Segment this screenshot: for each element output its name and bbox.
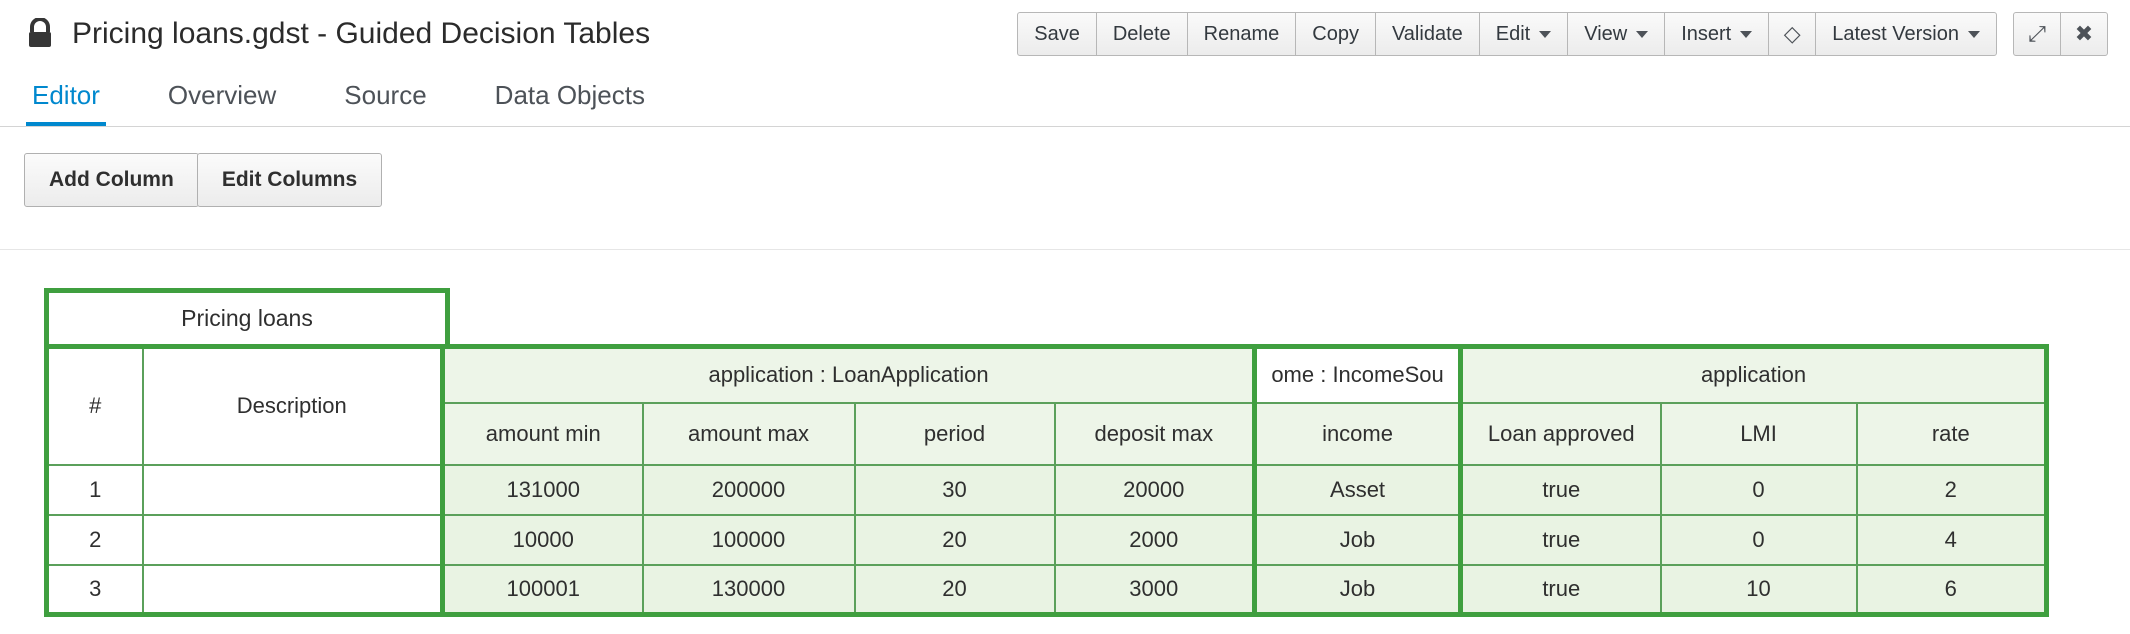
row-number-header: #	[47, 347, 143, 465]
column-header-loan-approved: Loan approved	[1461, 403, 1661, 465]
value-cell[interactable]: 20	[855, 565, 1055, 615]
latest-version-label: Latest Version	[1832, 23, 1959, 46]
close-icon: ✖	[2075, 21, 2093, 47]
value-cell[interactable]: 131000	[443, 465, 643, 515]
value-cell[interactable]: true	[1461, 515, 1661, 565]
toolbar: Save Delete Rename Copy Validate Edit Vi…	[1017, 12, 2108, 56]
value-cell[interactable]: 100001	[443, 565, 643, 615]
tab-editor[interactable]: Editor	[26, 68, 106, 126]
value-cell[interactable]: Job	[1255, 515, 1461, 565]
diamond-icon-button[interactable]: ◇	[1768, 12, 1816, 56]
diamond-icon: ◇	[1784, 21, 1801, 47]
row-number-cell: 2	[47, 515, 143, 565]
value-cell[interactable]: Job	[1255, 565, 1461, 615]
value-cell[interactable]: 10000	[443, 515, 643, 565]
table-caption[interactable]: Pricing loans	[44, 288, 450, 344]
rename-button[interactable]: Rename	[1187, 12, 1297, 56]
value-cell[interactable]: Asset	[1255, 465, 1461, 515]
row-number-cell: 1	[47, 465, 143, 515]
divider	[0, 249, 2130, 250]
view-menu-label: View	[1584, 23, 1627, 46]
value-cell[interactable]: true	[1461, 465, 1661, 515]
column-header-amount-min: amount min	[443, 403, 643, 465]
column-header-income: income	[1255, 403, 1461, 465]
page-title: Pricing loans.gdst - Guided Decision Tab…	[72, 17, 650, 51]
caret-down-icon	[1740, 31, 1752, 38]
value-cell[interactable]: 10	[1661, 565, 1857, 615]
latest-version-button[interactable]: Latest Version	[1815, 12, 1997, 56]
tab-source[interactable]: Source	[338, 68, 432, 126]
insert-menu-label: Insert	[1681, 23, 1731, 46]
group-header-application: application	[1461, 347, 2047, 403]
value-cell[interactable]: true	[1461, 565, 1661, 615]
value-cell[interactable]: 6	[1857, 565, 2047, 615]
value-cell[interactable]: 2000	[1055, 515, 1255, 565]
top-bar: Pricing loans.gdst - Guided Decision Tab…	[0, 0, 2130, 64]
value-cell[interactable]: 200000	[643, 465, 855, 515]
value-cell[interactable]: 3000	[1055, 565, 1255, 615]
description-cell[interactable]	[143, 515, 443, 565]
value-cell[interactable]: 0	[1661, 465, 1857, 515]
column-header-period: period	[855, 403, 1055, 465]
row-number-cell: 3	[47, 565, 143, 615]
column-header-rate: rate	[1857, 403, 2047, 465]
value-cell[interactable]: 20000	[1055, 465, 1255, 515]
value-cell[interactable]: 0	[1661, 515, 1857, 565]
value-cell[interactable]: 30	[855, 465, 1055, 515]
group-header-loan-application: application : LoanApplication	[443, 347, 1255, 403]
value-cell[interactable]: 20	[855, 515, 1055, 565]
validate-button[interactable]: Validate	[1375, 12, 1480, 56]
tab-overview[interactable]: Overview	[162, 68, 282, 126]
add-column-button[interactable]: Add Column	[24, 153, 199, 207]
description-header: Description	[143, 347, 443, 465]
tab-bar: Editor Overview Source Data Objects	[0, 68, 2130, 127]
caret-down-icon	[1539, 31, 1551, 38]
view-menu-button[interactable]: View	[1567, 12, 1665, 56]
expand-icon: ⤢	[2028, 21, 2046, 47]
insert-menu-button[interactable]: Insert	[1664, 12, 1769, 56]
table-row: 3 100001130000203000Jobtrue106	[47, 565, 2047, 615]
tab-data-objects[interactable]: Data Objects	[489, 68, 651, 126]
table-row: 2 10000100000202000Jobtrue04	[47, 515, 2047, 565]
table-body: 11310002000003020000Assettrue02210000100…	[47, 465, 2047, 615]
table-row: 1 1310002000003020000Assettrue02	[47, 465, 2047, 515]
value-cell[interactable]: 2	[1857, 465, 2047, 515]
lock-icon	[26, 18, 54, 50]
column-header-amount-max: amount max	[643, 403, 855, 465]
edit-columns-button[interactable]: Edit Columns	[197, 153, 382, 207]
group-header-income-source: ome : IncomeSou	[1255, 347, 1461, 403]
delete-button[interactable]: Delete	[1096, 12, 1188, 56]
edit-menu-button[interactable]: Edit	[1479, 12, 1568, 56]
save-button[interactable]: Save	[1017, 12, 1097, 56]
expand-button[interactable]: ⤢	[2013, 12, 2061, 56]
value-cell[interactable]: 100000	[643, 515, 855, 565]
close-button[interactable]: ✖	[2060, 12, 2108, 56]
value-cell[interactable]: 4	[1857, 515, 2047, 565]
editor-actions: Add Column Edit Columns	[0, 127, 2130, 207]
decision-table-area: Pricing loans # Description application …	[44, 288, 2130, 617]
column-header-lmi: LMI	[1661, 403, 1857, 465]
description-cell[interactable]	[143, 565, 443, 615]
caret-down-icon	[1968, 31, 1980, 38]
copy-button[interactable]: Copy	[1295, 12, 1376, 56]
edit-menu-label: Edit	[1496, 23, 1530, 46]
description-cell[interactable]	[143, 465, 443, 515]
column-header-deposit-max: deposit max	[1055, 403, 1255, 465]
decision-table: # Description application : LoanApplicat…	[44, 344, 2049, 617]
value-cell[interactable]: 130000	[643, 565, 855, 615]
caret-down-icon	[1636, 31, 1648, 38]
